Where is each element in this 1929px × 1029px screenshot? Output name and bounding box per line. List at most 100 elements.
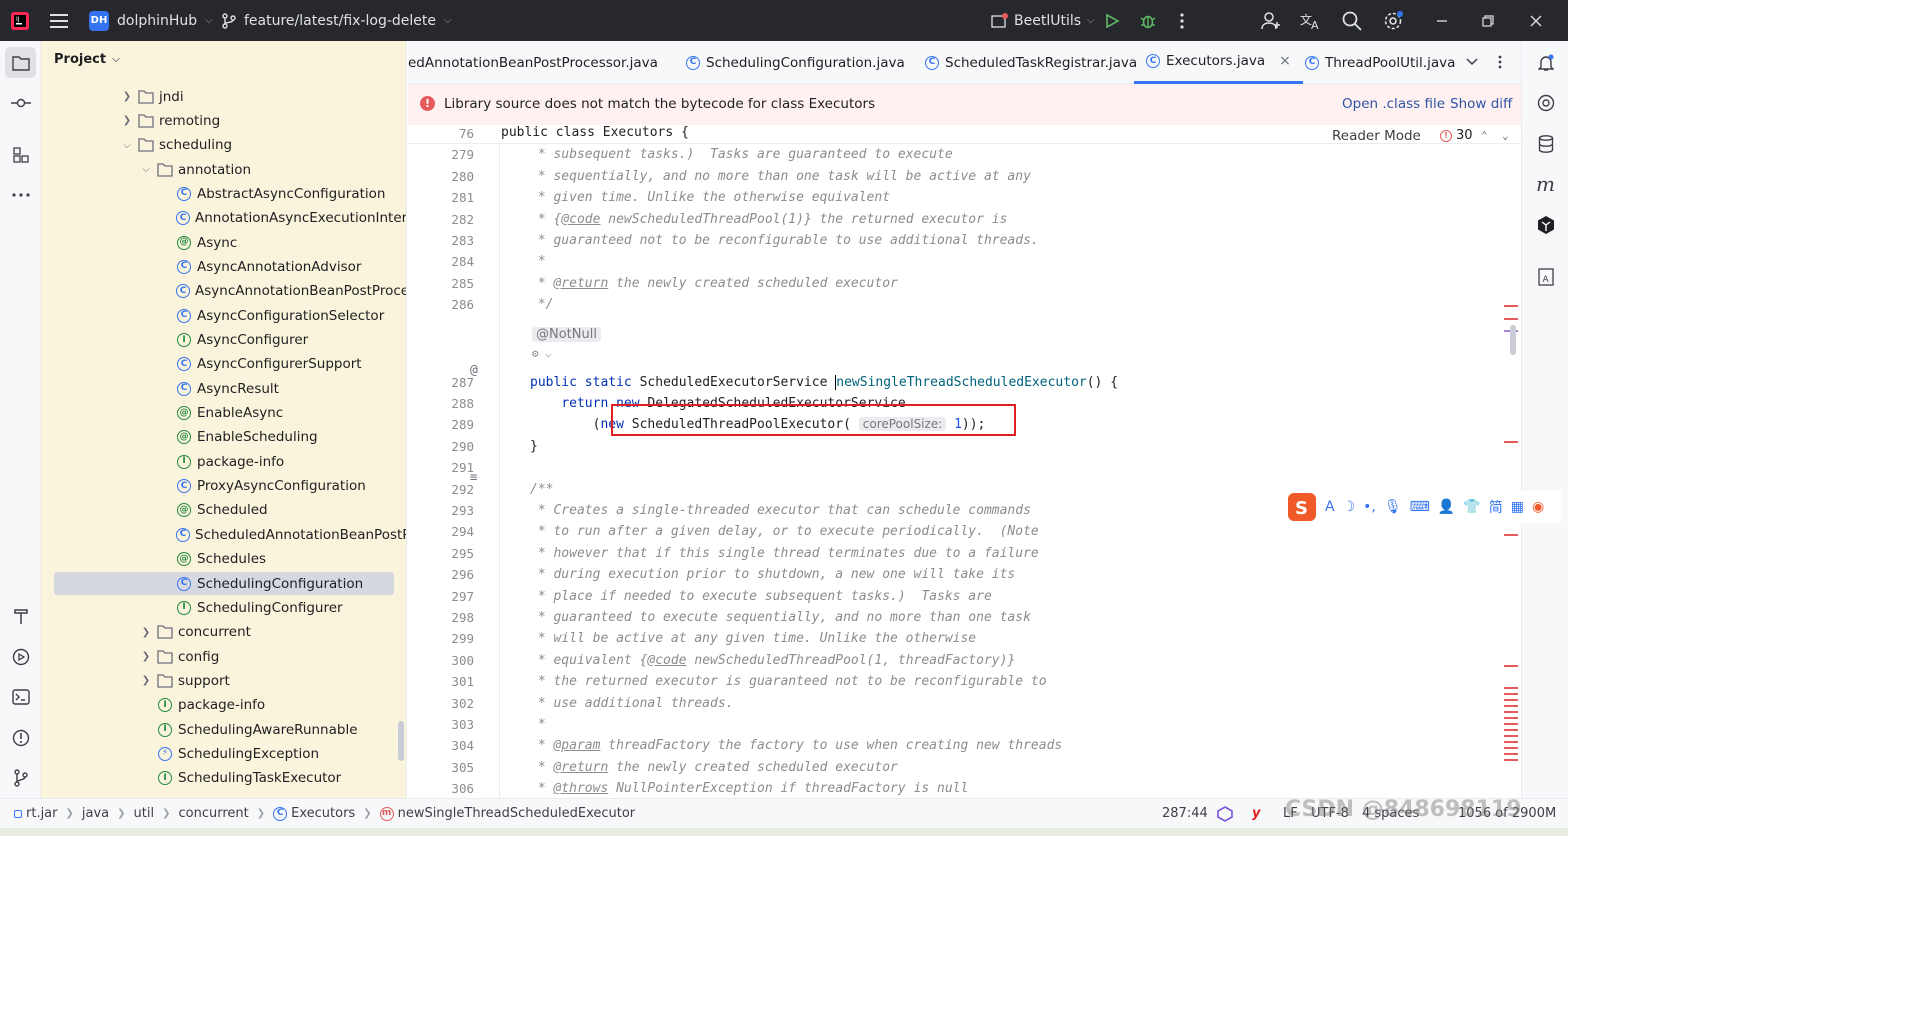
render-doc-gutter-icon[interactable]: ≡ [470,470,477,484]
reader-mode-button[interactable]: Reader Mode [1332,128,1421,144]
close-tab-icon[interactable]: × [1279,53,1291,69]
line-number[interactable]: 286 [408,294,474,315]
more-actions-icon[interactable] [1180,0,1184,41]
breadcrumb-item[interactable]: C Executors [273,806,355,821]
chevron-right-icon[interactable]: ❯ [139,651,153,662]
breadcrumb-item[interactable]: concurrent [178,806,248,821]
add-user-icon[interactable] [1261,0,1281,41]
open-class-file-link[interactable]: Open .class file [1342,96,1445,112]
tab-SchedulingConfiguration.java[interactable]: C SchedulingConfiguration.java [674,41,917,84]
show-diff-link[interactable]: Show diff [1450,96,1512,112]
previous-problem-icon[interactable]: ⌃ [1481,129,1488,142]
ime-simplified-toggle[interactable]: 简 [1489,497,1503,517]
notifications-icon[interactable] [1530,47,1561,78]
tree-item-AsyncConfigurerSupport[interactable]: C AsyncConfigurerSupport [54,353,394,376]
tab-ThreadPoolUtil.java[interactable]: C ThreadPoolUtil.java [1293,41,1467,84]
line-separator[interactable]: LF [1283,806,1298,821]
line-number[interactable]: 298 [408,607,474,628]
text-tool-icon[interactable]: A [1530,261,1561,292]
tree-item-SchedulingTaskExecutor[interactable]: I SchedulingTaskExecutor [54,767,394,790]
tree-item-AsyncConfigurer[interactable]: I AsyncConfigurer [54,329,394,352]
ai-assistant-icon[interactable] [1530,87,1561,118]
settings-gear-icon[interactable] [1382,0,1404,41]
keyboard-icon[interactable]: ⌨ [1410,499,1430,515]
tree-item-Schedules[interactable]: @ Schedules [54,548,394,571]
line-number[interactable]: 292 [408,479,474,500]
tree-folder-concurrent[interactable]: ❯ concurrent [54,621,394,644]
chevron-down-icon[interactable]: ⌵ [139,164,153,175]
tree-folder-annotation[interactable]: ⌵ annotation [54,158,394,181]
line-number[interactable]: 306 [408,778,474,798]
tree-item-package-info[interactable]: Ipackage-info [54,694,394,717]
debug-icon[interactable] [1139,0,1157,41]
line-number[interactable]: 279 [408,144,474,165]
line-number[interactable]: 281 [408,187,474,208]
problems-tool-icon[interactable] [5,722,36,753]
tree-item-package-info[interactable]: Ipackage-info [54,450,394,473]
memory-indicator[interactable]: 1056 of 2900M [1458,806,1556,821]
line-number[interactable]: 282 [408,209,474,230]
tree-folder-support[interactable]: ❯ support [54,669,394,692]
translate-icon[interactable]: 文A [1300,0,1322,41]
line-number[interactable]: 299 [408,628,474,649]
chevron-right-icon[interactable]: ❯ [139,675,153,686]
tree-item-AnnotationAsyncExecutionInterce[interactable]: C AnnotationAsyncExecutionInterce [54,207,406,230]
caret-position[interactable]: 287:44 [1162,806,1208,821]
tree-folder-jndi[interactable]: ❯ jndi [54,85,394,108]
skin-icon[interactable]: 👕 [1463,499,1480,515]
commit-tool-icon[interactable] [5,87,36,118]
tree-item-Scheduled[interactable]: @ Scheduled [54,499,394,522]
user-icon[interactable]: 👤 [1438,499,1455,515]
breadcrumb-item[interactable]: java [82,806,109,821]
breadcrumb-item[interactable]: util [134,806,155,821]
line-number[interactable]: 305 [408,757,474,778]
run-config-selector[interactable]: BeetlUtils ⌵ [990,0,1095,41]
plugin-icon[interactable] [1530,209,1561,240]
line-number[interactable]: 302 [408,693,474,714]
line-number[interactable]: 297 [408,586,474,607]
line-number[interactable]: 280 [408,166,474,187]
build-tool-icon[interactable] [5,600,36,631]
tree-folder-remoting[interactable]: ❯ remoting [54,109,394,132]
tree-item-SchedulingConfigurer[interactable]: I SchedulingConfigurer [54,596,394,619]
problems-indicator[interactable]: ! 30 [1440,128,1473,143]
line-number[interactable]: 300 [408,650,474,671]
code-area[interactable]: 278 * shutdown, a new one will take its … [408,125,1521,798]
implementations-gutter-icon[interactable]: @ [470,363,478,378]
tree-item-AbstractAsyncConfiguration[interactable]: C AbstractAsyncConfiguration [54,182,394,205]
tree-item-AsyncAnnotationBeanPostProces[interactable]: C AsyncAnnotationBeanPostProces [54,280,406,303]
ai-status-icon[interactable] [1216,806,1234,826]
tree-item-EnableAsync[interactable]: @ EnableAsync [54,402,394,425]
branch-switcher[interactable]: feature/latest/fix-log-delete ⌵ [222,0,452,41]
file-encoding[interactable]: UTF-8 [1311,806,1349,821]
database-icon[interactable] [1530,128,1561,159]
ime-english-toggle[interactable]: A [1325,499,1335,515]
tree-item-SchedulingConfiguration[interactable]: C SchedulingConfiguration [54,572,394,595]
tree-item-ScheduledAnnotationBeanPostPr[interactable]: C ScheduledAnnotationBeanPostPr [54,523,406,546]
tree-folder-scheduling[interactable]: ⌵ scheduling [54,134,394,157]
git-tool-icon[interactable] [5,762,36,793]
punctuation-icon[interactable]: •, [1363,499,1376,515]
project-tool-icon[interactable] [5,47,36,78]
project-switcher[interactable]: DH dolphinHub ⌵ [89,0,213,41]
line-number[interactable]: 288 [408,393,474,414]
tree-item-SchedulingAwareRunnable[interactable]: I SchedulingAwareRunnable [54,718,394,741]
line-number[interactable]: 303 [408,714,474,735]
tab-Executors.java[interactable]: C Executors.java × [1134,41,1303,84]
tree-item-ProxyAsyncConfiguration[interactable]: C ProxyAsyncConfiguration [54,475,394,498]
tree-item-Async[interactable]: @ Async [54,231,394,254]
chevron-right-icon[interactable]: ❯ [120,115,134,126]
line-number[interactable]: 283 [408,230,474,251]
chevron-right-icon[interactable]: ❯ [120,91,134,102]
minimize-icon[interactable] [1436,0,1448,41]
line-number[interactable]: 289 [408,414,474,435]
tree-item-AsyncResult[interactable]: C AsyncResult [54,377,394,400]
chevron-right-icon[interactable]: ❯ [139,627,153,638]
project-panel-header[interactable]: Project ⌵ [54,52,120,67]
run-icon[interactable] [1104,0,1120,41]
line-number[interactable]: 285 [408,273,474,294]
grid-icon[interactable]: ▦ [1511,499,1524,515]
line-number[interactable]: 295 [408,543,474,564]
microphone-icon[interactable]: 🎙 [1384,499,1402,515]
maven-icon[interactable]: m [1530,168,1561,199]
